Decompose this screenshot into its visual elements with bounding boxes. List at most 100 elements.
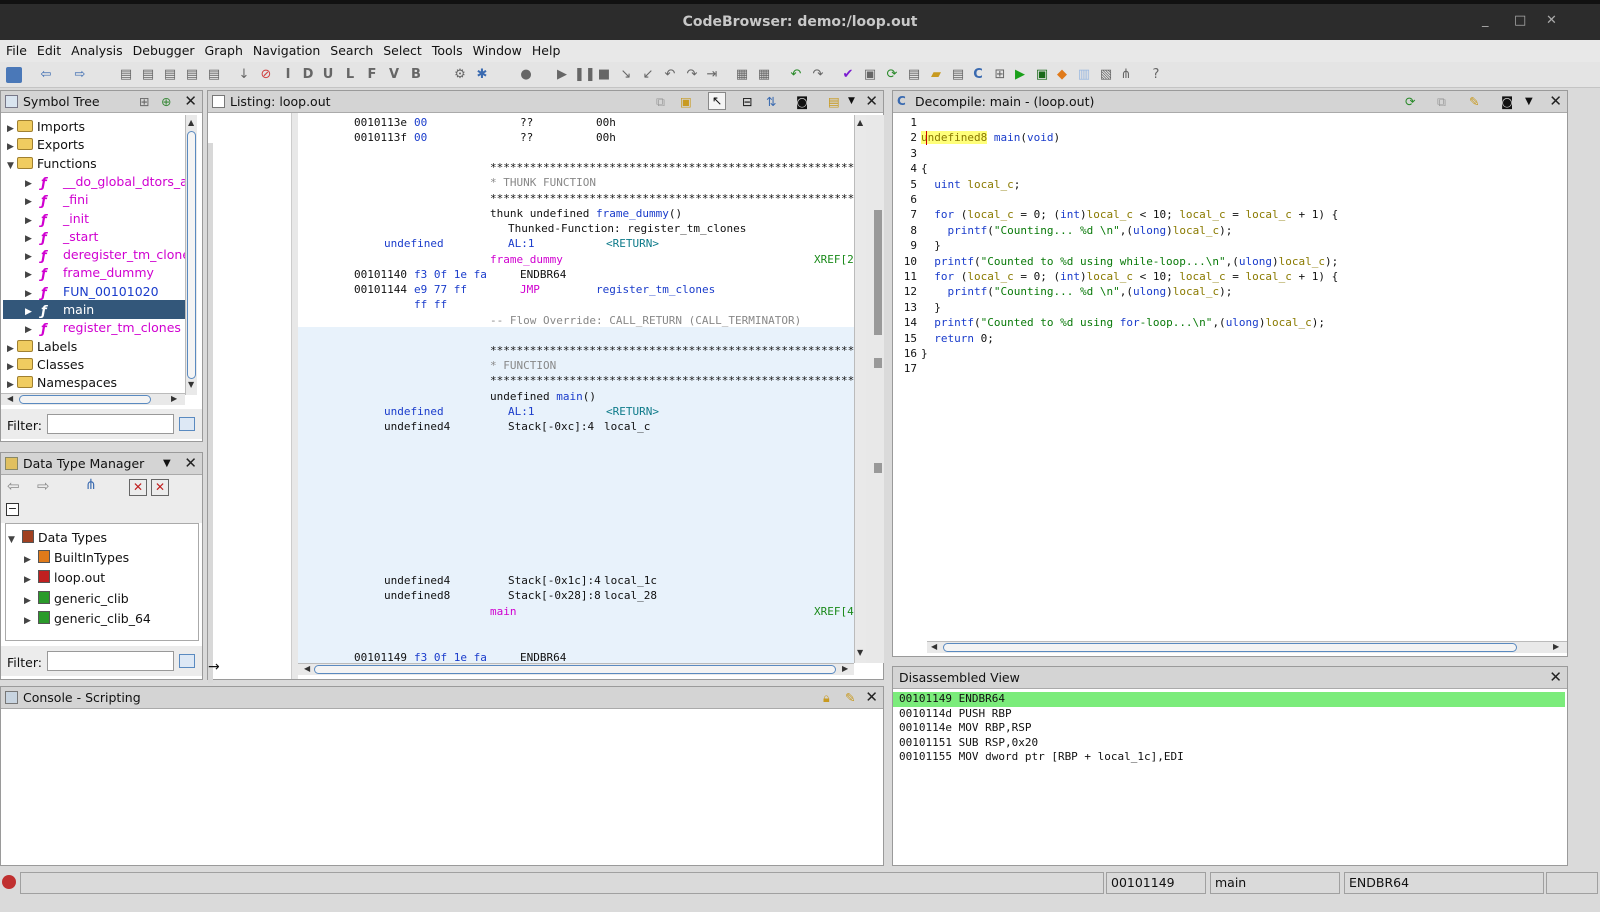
- label-icon[interactable]: L: [342, 67, 358, 83]
- tree-node-deregister-tm-clones[interactable]: ▶ ƒ deregister_tm_clones: [3, 245, 186, 264]
- dtm-node-generic-clib-64[interactable]: ▶ generic_clib_64: [6, 609, 196, 628]
- menu-select[interactable]: Select: [377, 40, 426, 58]
- checkmark-icon[interactable]: ✔: [840, 67, 856, 83]
- close-panel-icon[interactable]: ✕: [865, 687, 878, 708]
- decompile-line[interactable]: 1: [903, 115, 921, 130]
- expand-toggle-icon[interactable]: ▶: [24, 571, 34, 590]
- decompile-line[interactable]: 16}: [903, 346, 928, 361]
- archive-icon[interactable]: ⋔: [85, 477, 97, 493]
- tree-node--start[interactable]: ▶ ƒ _start: [3, 227, 186, 246]
- down-arrow-icon[interactable]: ↓: [236, 67, 252, 83]
- disasm-line[interactable]: 0010114d PUSH RBP: [893, 707, 1565, 722]
- script-icon[interactable]: ▣: [1034, 67, 1050, 83]
- decompiler-icon[interactable]: C: [970, 67, 986, 83]
- tool-icon[interactable]: ⚙: [452, 67, 468, 83]
- minimize-button[interactable]: _: [1482, 13, 1489, 28]
- expand-toggle-icon[interactable]: ▼: [8, 531, 18, 550]
- menu-dropdown-icon[interactable]: ▼: [848, 91, 855, 112]
- variable-icon[interactable]: V: [386, 67, 402, 83]
- close-panel-icon[interactable]: ✕: [1549, 91, 1562, 112]
- function-icon[interactable]: F: [364, 67, 380, 83]
- listing-view[interactable]: 0010113e 00?? 00h 0010113f 00?? 00h **********…: [298, 115, 854, 663]
- nav-icon[interactable]: ▤: [206, 67, 222, 83]
- tree-node-main[interactable]: ▶ ƒ main: [3, 300, 186, 319]
- overview-bar[interactable]: [866, 115, 884, 663]
- menu-edit[interactable]: Edit: [31, 40, 65, 58]
- copy-icon[interactable]: ⧉: [1437, 91, 1446, 112]
- forward-icon[interactable]: ⇨: [37, 477, 50, 495]
- record-icon[interactable]: ●: [518, 67, 534, 83]
- copy-icon[interactable]: ⧉: [656, 91, 665, 112]
- filter-options-icon[interactable]: [179, 417, 195, 431]
- filter-arrays-icon[interactable]: ✕: [129, 479, 147, 496]
- menu-file[interactable]: File: [0, 40, 31, 58]
- signature-name[interactable]: frame_dummy: [596, 207, 669, 220]
- decompile-line[interactable]: 17: [903, 361, 921, 376]
- expand-toggle-icon[interactable]: ▶: [24, 551, 34, 570]
- forward-icon[interactable]: ⇨: [72, 67, 88, 83]
- table-icon[interactable]: ▤: [950, 67, 966, 83]
- tree-node--fini[interactable]: ▶ ƒ _fini: [3, 190, 186, 209]
- tree-action-icon[interactable]: ⊞: [139, 91, 149, 112]
- bytes-icon[interactable]: B: [408, 67, 424, 83]
- menu-analysis[interactable]: Analysis: [65, 40, 127, 58]
- close-panel-icon[interactable]: ✕: [1549, 667, 1562, 688]
- decompile-line[interactable]: 7 for (local_c = 0; (int)local_c < 10; l…: [903, 207, 1338, 222]
- menu-dropdown-icon[interactable]: ▼: [1525, 91, 1533, 112]
- tree-node-frame-dummy[interactable]: ▶ ƒ frame_dummy: [3, 263, 186, 282]
- nav-icon[interactable]: ▤: [184, 67, 200, 83]
- close-window-button[interactable]: ✕: [1546, 13, 1557, 28]
- window-icon[interactable]: ▤: [906, 67, 922, 83]
- collapse-icon[interactable]: −: [6, 503, 19, 516]
- instruction-icon[interactable]: I: [280, 67, 296, 83]
- symbol-tree-hscrollbar[interactable]: ◀ ▶: [1, 393, 185, 405]
- run-icon[interactable]: ▶: [1012, 67, 1028, 83]
- decompile-line[interactable]: 9 }: [903, 238, 941, 253]
- diamond-icon[interactable]: ◆: [1054, 67, 1070, 83]
- tree-node-register-tm-clones[interactable]: ▶ ƒ register_tm_clones: [3, 318, 186, 337]
- disasm-line[interactable]: 00101149 ENDBR64: [893, 692, 1565, 707]
- dtm-node-generic-clib[interactable]: ▶ generic_clib: [6, 589, 196, 608]
- graph-icon[interactable]: ⊞: [992, 67, 1008, 83]
- export-icon[interactable]: ▧: [1098, 67, 1114, 83]
- decompile-line[interactable]: 12 printf("Counting... %d \n",(ulong)loc…: [903, 284, 1233, 299]
- step-icon[interactable]: ↙: [640, 67, 656, 83]
- decompile-line[interactable]: 5 uint local_c;: [903, 177, 1020, 192]
- dtm-node-loop-out[interactable]: ▶ loop.out: [6, 568, 196, 587]
- step-icon[interactable]: ↶: [662, 67, 678, 83]
- tree-node--init[interactable]: ▶ ƒ _init: [3, 209, 186, 228]
- nav-icon[interactable]: ▤: [118, 67, 134, 83]
- pause-icon[interactable]: ❚❚: [574, 67, 596, 83]
- maximize-button[interactable]: □: [1514, 13, 1526, 28]
- lock-icon[interactable]: 🔒︎: [823, 687, 830, 708]
- tree-node--do-global-dtors-au[interactable]: ▶ ƒ __do_global_dtors_au: [3, 172, 186, 191]
- listing-vscrollbar[interactable]: ▲ ▼: [854, 115, 881, 663]
- decompile-line[interactable]: 15 return 0;: [903, 331, 994, 346]
- filter-pointers-icon[interactable]: ✕: [151, 479, 169, 496]
- step-icon[interactable]: ↷: [684, 67, 700, 83]
- diff-icon[interactable]: ⇅: [766, 91, 776, 112]
- disasm-line[interactable]: 00101155 MOV dword ptr [RBP + local_1c],…: [893, 750, 1565, 765]
- decompile-line[interactable]: 4{: [903, 161, 927, 176]
- disassembled-list[interactable]: 00101149 ENDBR64 0010114d PUSH RBP 0010114…: [893, 689, 1567, 865]
- menu-dropdown-icon[interactable]: ▼: [163, 453, 171, 474]
- console-output[interactable]: [1, 709, 883, 865]
- step-icon[interactable]: ↘: [618, 67, 634, 83]
- refresh-icon[interactable]: ⟳: [884, 67, 900, 83]
- save-icon[interactable]: [6, 67, 22, 83]
- tree-node-classes[interactable]: ▶ Classes: [3, 355, 186, 374]
- paste-icon[interactable]: ▣: [680, 91, 692, 112]
- window-icon[interactable]: ▣: [862, 67, 878, 83]
- new-tree-icon[interactable]: ⊕: [161, 91, 171, 112]
- stop-icon[interactable]: ⊘: [258, 67, 274, 83]
- tree-node-namespaces[interactable]: ▶ Namespaces: [3, 373, 186, 392]
- symbol-filter-input[interactable]: [47, 414, 174, 434]
- decompile-hscrollbar[interactable]: ◀ ▶: [927, 641, 1567, 653]
- decompile-line[interactable]: 11 for (local_c = 0; (int)local_c < 10; …: [903, 269, 1339, 284]
- play-icon[interactable]: ▶: [554, 67, 570, 83]
- listing-hscrollbar[interactable]: ◀ ▶: [298, 663, 854, 675]
- symbol-tree-vscrollbar[interactable]: ▲ ▼: [185, 115, 197, 395]
- back-icon[interactable]: ⇦: [7, 477, 20, 495]
- nav-icon[interactable]: ▤: [162, 67, 178, 83]
- data-type-filter-input[interactable]: [47, 651, 174, 671]
